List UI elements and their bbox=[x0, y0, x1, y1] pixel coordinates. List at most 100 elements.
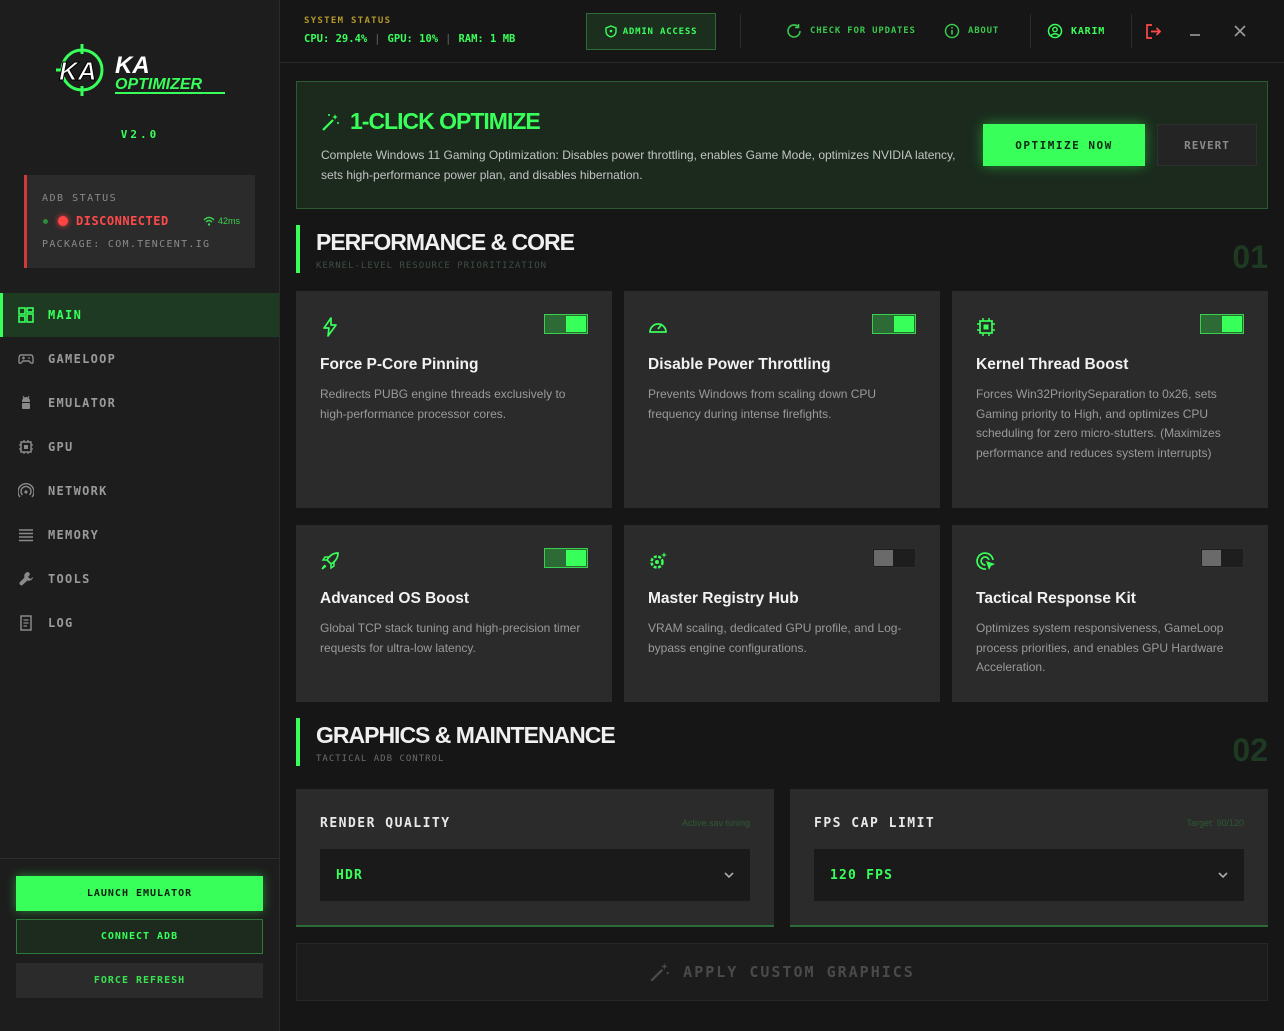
toggle-switch[interactable] bbox=[872, 314, 916, 334]
render-quality-label: RENDER QUALITY bbox=[320, 816, 451, 831]
sidebar-item-label: MAIN bbox=[48, 308, 83, 322]
sidebar-item-tools[interactable]: TOOLS bbox=[0, 557, 279, 601]
sidebar-item-label: GPU bbox=[48, 440, 74, 454]
toggle-switch[interactable] bbox=[872, 548, 916, 568]
svg-text:KA: KA bbox=[59, 56, 97, 86]
minimize-button[interactable] bbox=[1184, 20, 1206, 42]
revert-button[interactable]: REVERT bbox=[1157, 124, 1257, 166]
close-button[interactable] bbox=[1229, 20, 1251, 42]
log-icon bbox=[20, 615, 32, 631]
section-accent-bar bbox=[296, 718, 300, 766]
dashboard-icon bbox=[18, 307, 34, 323]
chevron-down-icon bbox=[724, 872, 734, 879]
memory-icon bbox=[19, 529, 33, 542]
ram-usage: RAM: 1 MB bbox=[458, 33, 516, 45]
toggle-switch[interactable] bbox=[544, 314, 588, 334]
sidebar-item-label: GAMELOOP bbox=[48, 352, 117, 366]
sidebar-item-memory[interactable]: MEMORY bbox=[0, 513, 279, 557]
sidebar-item-gameloop[interactable]: GAMELOOP bbox=[0, 337, 279, 381]
sidebar-item-main[interactable]: MAIN bbox=[0, 293, 279, 337]
toggle-knob bbox=[566, 550, 586, 566]
logout-icon bbox=[1145, 23, 1161, 39]
toggle-switch[interactable] bbox=[1200, 548, 1244, 568]
feature-card-kernel-thread: Kernel Thread Boost Forces Win32Priority… bbox=[952, 291, 1268, 508]
force-refresh-button[interactable]: FORCE REFRESH bbox=[16, 963, 263, 998]
cursor-target-icon bbox=[976, 552, 995, 570]
feature-title: Kernel Thread Boost bbox=[976, 356, 1129, 373]
app-version: V2.0 bbox=[120, 128, 160, 141]
top-bar: SYSTEM STATUS CPU: 29.4% | GPU: 10% | RA… bbox=[280, 0, 1284, 63]
sidebar-divider bbox=[0, 858, 279, 859]
feature-description: Prevents Windows from scaling down CPU f… bbox=[648, 387, 877, 421]
magic-wand-icon bbox=[650, 963, 669, 982]
user-profile[interactable]: KARIM bbox=[1047, 23, 1105, 39]
feature-description: Global TCP stack tuning and high-precisi… bbox=[320, 621, 581, 655]
wrench-icon bbox=[19, 572, 33, 586]
adb-package: PACKAGE: COM.TENCENT.IG bbox=[42, 239, 211, 250]
section-title: PERFORMANCE & CORE bbox=[316, 229, 575, 255]
feature-title: Disable Power Throttling bbox=[648, 356, 831, 373]
adb-ping-value: 42ms bbox=[217, 216, 240, 226]
fps-cap-value: 120 FPS bbox=[830, 867, 894, 883]
bolt-icon bbox=[323, 317, 337, 337]
connect-adb-button[interactable]: CONNECT ADB bbox=[16, 919, 263, 954]
admin-access-button[interactable]: ADMIN ACCESS bbox=[586, 13, 716, 50]
about-link[interactable]: ABOUT bbox=[944, 23, 999, 39]
feature-card-tactical-kit: Tactical Response Kit Optimizes system r… bbox=[952, 525, 1268, 702]
adb-status-dot bbox=[58, 216, 68, 226]
sidebar-item-emulator[interactable]: EMULATOR bbox=[0, 381, 279, 425]
gamepad-icon bbox=[18, 354, 34, 365]
feature-title: Advanced OS Boost bbox=[320, 590, 469, 607]
toggle-knob bbox=[1222, 316, 1242, 332]
fps-cap-hint: Target: 90/120 bbox=[1186, 818, 1244, 828]
info-icon bbox=[944, 23, 960, 39]
chevron-down-icon bbox=[1218, 872, 1228, 879]
feature-description: Redirects PUBG engine threads exclusivel… bbox=[320, 387, 566, 421]
performance-section-header: PERFORMANCE & CORE KERNEL-LEVEL RESOURCE… bbox=[296, 225, 1268, 275]
toggle-switch[interactable] bbox=[1200, 314, 1244, 334]
adb-status-card: ADB STATUS DISCONNECTED 42ms PACKAGE: CO… bbox=[24, 175, 255, 268]
hero-title: 1-CLICK OPTIMIZE bbox=[350, 108, 541, 134]
topbar-divider bbox=[1030, 14, 1031, 48]
render-quality-hint: Active.sav tuning bbox=[681, 818, 750, 828]
feature-title: Tactical Response Kit bbox=[976, 590, 1136, 607]
app-logo: KA KA OPTIMIZER bbox=[55, 40, 230, 102]
toggle-knob bbox=[894, 316, 914, 332]
render-quality-select[interactable]: HDR bbox=[320, 849, 750, 901]
render-quality-card: RENDER QUALITY Active.sav tuning HDR bbox=[296, 789, 774, 927]
feature-description: Optimizes system responsiveness, GameLoo… bbox=[976, 621, 1224, 675]
fps-cap-select[interactable]: 120 FPS bbox=[814, 849, 1244, 901]
toggle-switch[interactable] bbox=[544, 548, 588, 568]
sidebar-item-log[interactable]: LOG bbox=[0, 601, 279, 645]
adb-status-title: ADB STATUS bbox=[42, 193, 118, 204]
wifi-icon bbox=[203, 216, 215, 226]
section-accent-bar bbox=[296, 225, 300, 273]
topbar-divider bbox=[740, 14, 741, 48]
stats-separator: | bbox=[445, 33, 452, 45]
feature-description: Forces Win32PrioritySeparation to 0x26, … bbox=[976, 387, 1221, 461]
sidebar-nav: MAIN GAMELOOP EMULATOR GPU NETWORK MEMOR… bbox=[0, 293, 279, 645]
optimize-now-button[interactable]: OPTIMIZE NOW bbox=[983, 124, 1145, 166]
close-icon bbox=[1234, 25, 1246, 37]
sidebar-item-network[interactable]: NETWORK bbox=[0, 469, 279, 513]
apply-custom-graphics-button[interactable]: APPLY CUSTOM GRAPHICS bbox=[296, 943, 1268, 1001]
toggle-knob bbox=[874, 550, 893, 566]
section-number: 02 bbox=[1232, 732, 1268, 768]
sidebar-item-label: EMULATOR bbox=[48, 396, 117, 410]
topbar-divider bbox=[1131, 14, 1132, 48]
graphics-section-header: GRAPHICS & MAINTENANCE TACTICAL ADB CONT… bbox=[296, 718, 1268, 768]
render-quality-value: HDR bbox=[336, 867, 364, 883]
section-title: GRAPHICS & MAINTENANCE bbox=[316, 722, 616, 748]
magic-wand-icon bbox=[322, 114, 339, 131]
launch-emulator-button[interactable]: LAUNCH EMULATOR bbox=[16, 876, 263, 911]
sidebar-item-gpu[interactable]: GPU bbox=[0, 425, 279, 469]
adb-ping: 42ms bbox=[203, 216, 240, 226]
android-icon bbox=[22, 395, 30, 409]
adb-status-state: DISCONNECTED bbox=[76, 214, 169, 228]
sidebar: KA KA OPTIMIZER V2.0 ADB STATUS DISCONNE… bbox=[0, 0, 280, 1031]
check-updates-link[interactable]: CHECK FOR UPDATES bbox=[786, 23, 916, 39]
system-status-label: SYSTEM STATUS bbox=[304, 16, 392, 26]
logout-button[interactable] bbox=[1142, 20, 1164, 42]
apply-custom-graphics-label: APPLY CUSTOM GRAPHICS bbox=[683, 963, 915, 981]
toggle-knob bbox=[566, 316, 586, 332]
